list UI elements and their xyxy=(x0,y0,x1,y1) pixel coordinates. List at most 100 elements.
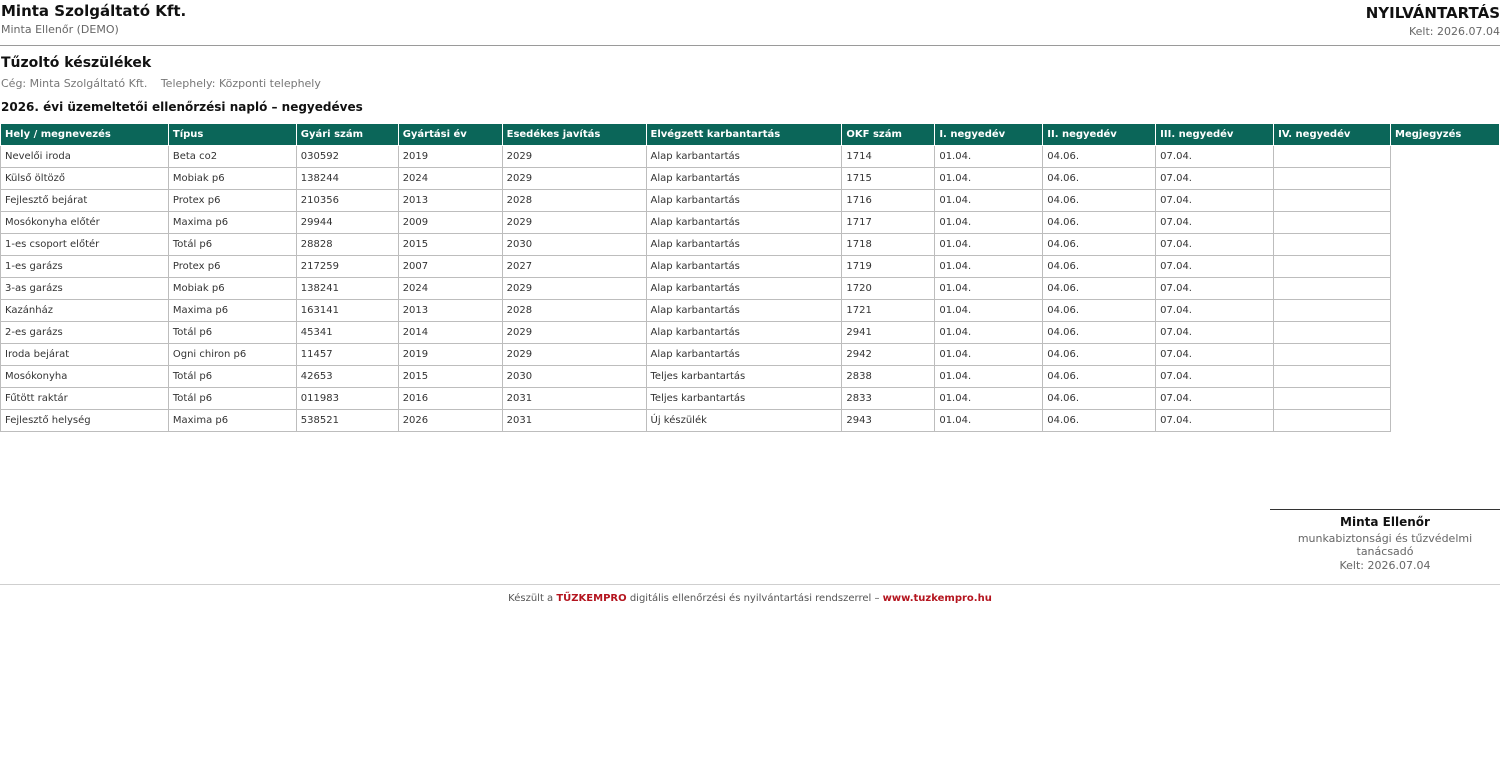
table-cell: Alap karbantartás xyxy=(645,233,843,256)
table-cell: 1719 xyxy=(841,255,936,278)
table-cell: 01.04. xyxy=(934,189,1044,212)
table-row: Külső öltöző Mobiak p6 138244 2024 2029 Alap … xyxy=(0,167,1500,190)
table-cell: 01.04. xyxy=(934,255,1044,278)
table-cell: Külső öltöző xyxy=(0,167,169,190)
table-cell: 2014 xyxy=(397,321,503,344)
column-header: IV. negyedév xyxy=(1273,123,1392,146)
table-cell: 07.04. xyxy=(1155,167,1275,190)
table-cell-empty xyxy=(1391,300,1500,322)
table-cell: 2029 xyxy=(501,277,647,300)
table-header-row: Hely / megnevezés Típus Gyári szám Gyárt… xyxy=(0,123,1500,146)
table-cell: 2013 xyxy=(397,189,503,212)
table-cell xyxy=(1273,321,1392,344)
table-cell: Fejlesztő bejárat xyxy=(0,189,169,212)
table-cell xyxy=(1273,343,1392,366)
table-cell: Új készülék xyxy=(645,409,843,432)
table-row: Kazánház Maxima p6 163141 2013 2028 Alap karb… xyxy=(0,299,1500,322)
table-cell-empty xyxy=(1391,146,1500,168)
table-cell: Alap karbantartás xyxy=(645,277,843,300)
table-cell: Fűtött raktár xyxy=(0,387,169,410)
table-cell: 01.04. xyxy=(934,145,1044,168)
table-cell: 138241 xyxy=(295,277,399,300)
table-cell: 1715 xyxy=(841,167,936,190)
table-cell: 2030 xyxy=(501,365,647,388)
table-cell: 2942 xyxy=(841,343,936,366)
table-cell: Alap karbantartás xyxy=(645,167,843,190)
table-cell: 3-as garázs xyxy=(0,277,169,300)
table-cell: 04.06. xyxy=(1042,299,1157,322)
table-cell: 2029 xyxy=(501,343,647,366)
footer: Készült a TŰZKEMPRO digitális ellenőrzés… xyxy=(0,593,1500,604)
site-label: Telephely: Központi telephely xyxy=(160,77,321,90)
table-cell: 2027 xyxy=(501,255,647,278)
table-row: 3-as garázs Mobiak p6 138241 2024 2029 Alap k… xyxy=(0,277,1500,300)
footer-divider xyxy=(0,584,1500,585)
table-cell: 1717 xyxy=(841,211,936,234)
table-cell: 2028 xyxy=(501,299,647,322)
table-cell: 2015 xyxy=(397,365,503,388)
table-cell: 538521 xyxy=(295,409,399,432)
table-cell: 07.04. xyxy=(1155,387,1275,410)
table-cell: Mosókonyha előtér xyxy=(0,211,169,234)
table-cell: 29944 xyxy=(295,211,399,234)
table-cell-empty xyxy=(1391,410,1500,432)
table-cell: Totál p6 xyxy=(167,387,297,410)
table-cell: 2009 xyxy=(397,211,503,234)
table-cell: 07.04. xyxy=(1155,343,1275,366)
table-cell: 04.06. xyxy=(1042,277,1157,300)
table-cell: Iroda bejárat xyxy=(0,343,169,366)
table-cell: Alap karbantartás xyxy=(645,211,843,234)
table-cell: Teljes karbantartás xyxy=(645,365,843,388)
table-cell: Nevelői iroda xyxy=(0,145,169,168)
table-cell: 07.04. xyxy=(1155,233,1275,256)
table-cell: Alap karbantartás xyxy=(645,255,843,278)
table-cell: 1720 xyxy=(841,277,936,300)
table-cell: 210356 xyxy=(295,189,399,212)
table-cell: 04.06. xyxy=(1042,387,1157,410)
section-title: Tűzoltó készülékek xyxy=(1,55,152,71)
table-cell: 1718 xyxy=(841,233,936,256)
column-header: Típus xyxy=(167,123,297,146)
website-link[interactable]: www.tuzkempro.hu xyxy=(883,593,992,604)
table-row: Fűtött raktár Totál p6 011983 2016 2031 Telje… xyxy=(0,387,1500,410)
table-cell-empty xyxy=(1391,366,1500,388)
table-cell-empty xyxy=(1391,388,1500,410)
table-cell xyxy=(1273,365,1392,388)
table-cell-empty xyxy=(1391,234,1500,256)
table-cell: 2941 xyxy=(841,321,936,344)
table-row: 2-es garázs Totál p6 45341 2014 2029 Alap kar… xyxy=(0,321,1500,344)
table-cell xyxy=(1273,409,1392,432)
column-header: II. negyedév xyxy=(1042,123,1157,146)
table-cell-empty xyxy=(1391,256,1500,278)
table-cell: 2013 xyxy=(397,299,503,322)
table-cell xyxy=(1273,145,1392,168)
table-cell: 2007 xyxy=(397,255,503,278)
table-row: 1-es csoport előtér Totál p6 28828 2015 2030… xyxy=(0,233,1500,256)
table-cell: 42653 xyxy=(295,365,399,388)
table-cell: 2833 xyxy=(841,387,936,410)
table-cell: Teljes karbantartás xyxy=(645,387,843,410)
company-label: Cég: Minta Szolgáltató Kft. xyxy=(1,77,148,90)
table-cell: Totál p6 xyxy=(167,233,297,256)
table-cell: 2028 xyxy=(501,189,647,212)
table-cell: Maxima p6 xyxy=(167,299,297,322)
table-cell: Protex p6 xyxy=(167,189,297,212)
table-cell: 01.04. xyxy=(934,299,1044,322)
table-cell xyxy=(1273,255,1392,278)
company-name: Minta Szolgáltató Kft. xyxy=(1,2,187,20)
table-body: Nevelői iroda Beta co2 030592 2019 2029 Alap … xyxy=(0,145,1500,432)
table-cell xyxy=(1273,299,1392,322)
signature-block: Minta Ellenőr munkabiztonsági és tűzvéde… xyxy=(1270,514,1500,572)
column-header: I. negyedév xyxy=(934,123,1044,146)
table-row: Fejlesztő bejárat Protex p6 210356 2013 2028… xyxy=(0,189,1500,212)
table-cell: Beta co2 xyxy=(167,145,297,168)
table-cell: 2838 xyxy=(841,365,936,388)
table-cell: 07.04. xyxy=(1155,277,1275,300)
inspector-name: Minta Ellenőr (DEMO) xyxy=(1,23,119,36)
column-header: III. negyedév xyxy=(1155,123,1275,146)
table-row: Mosókonyha Totál p6 42653 2015 2030 Teljes ka… xyxy=(0,365,1500,388)
table-row: Fejlesztő helység Maxima p6 538521 2026 2031… xyxy=(0,409,1500,432)
table-cell: 07.04. xyxy=(1155,321,1275,344)
table-cell: 2031 xyxy=(501,409,647,432)
column-header: Gyártási év xyxy=(397,123,503,146)
